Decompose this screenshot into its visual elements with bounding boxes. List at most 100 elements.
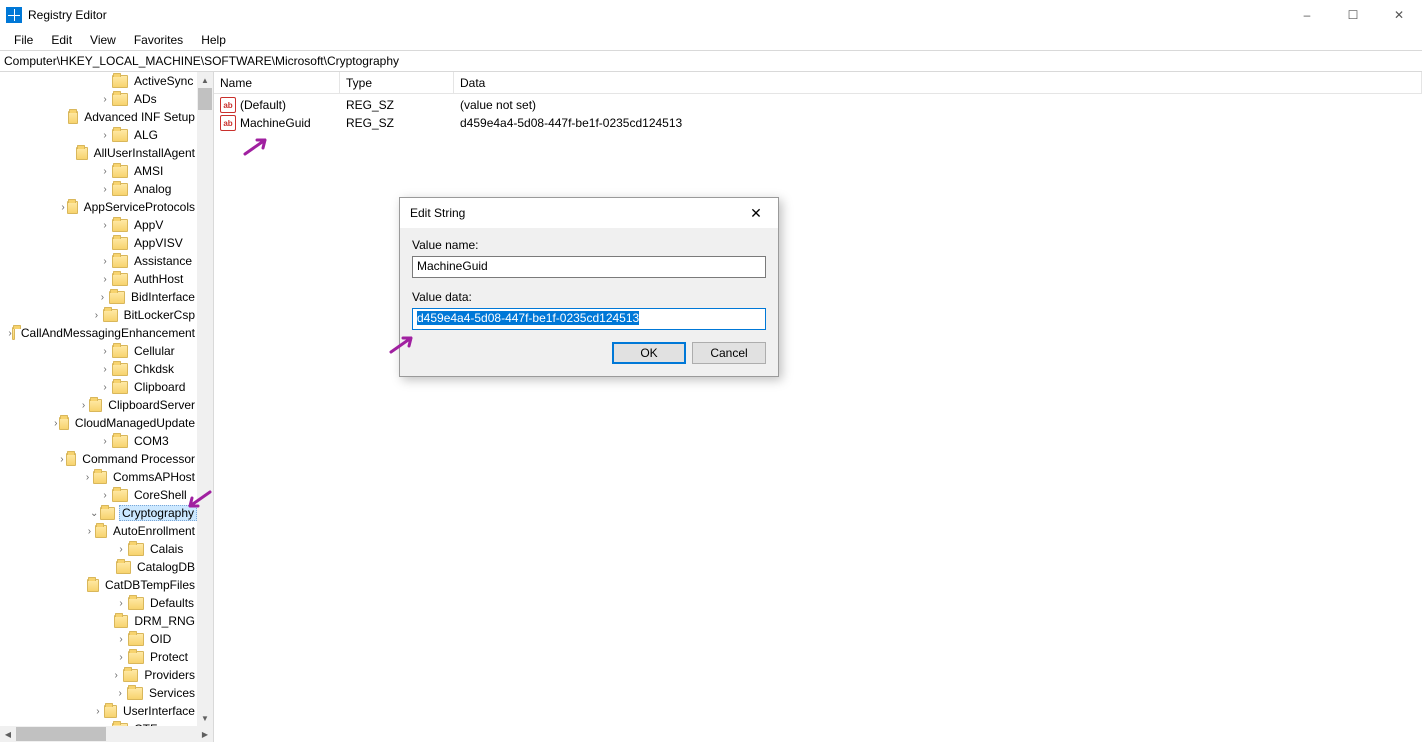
chevron-right-icon[interactable]: ›: [90, 310, 103, 321]
tree-item[interactable]: ›CallAndMessagingEnhancement: [0, 324, 197, 342]
addressbar[interactable]: Computer\HKEY_LOCAL_MACHINE\SOFTWARE\Mic…: [0, 50, 1422, 72]
tree-item[interactable]: ›AMSI: [0, 162, 197, 180]
menu-help[interactable]: Help: [193, 31, 234, 49]
folder-icon: [116, 561, 131, 574]
chevron-right-icon[interactable]: ›: [98, 94, 112, 105]
tree-item[interactable]: ›CloudManagedUpdate: [0, 414, 197, 432]
chevron-right-icon[interactable]: ›: [98, 364, 112, 375]
chevron-right-icon[interactable]: ›: [114, 634, 128, 645]
tree-item-label: CallAndMessagingEnhancement: [21, 326, 195, 340]
menu-view[interactable]: View: [82, 31, 124, 49]
list-row[interactable]: abMachineGuidREG_SZd459e4a4-5d08-447f-be…: [214, 114, 1422, 132]
value-name-field[interactable]: MachineGuid: [412, 256, 766, 278]
tree-item[interactable]: › Defaults: [0, 594, 197, 612]
tree-item[interactable]: ›Calais: [0, 540, 197, 558]
chevron-right-icon[interactable]: ›: [92, 706, 103, 717]
tree-item[interactable]: CatalogDB: [0, 558, 197, 576]
column-header-type[interactable]: Type: [340, 72, 454, 93]
scroll-up-icon[interactable]: ▲: [197, 72, 213, 88]
tree-item[interactable]: CatDBTempFiles: [0, 576, 197, 594]
chevron-right-icon[interactable]: ›: [114, 544, 128, 555]
chevron-down-icon[interactable]: ⌄: [88, 508, 101, 519]
tree-item[interactable]: › Services: [0, 684, 197, 702]
chevron-right-icon[interactable]: ›: [96, 292, 110, 303]
tree-item[interactable]: ›OID: [0, 630, 197, 648]
minimize-button[interactable]: –: [1284, 0, 1330, 30]
tree-item[interactable]: DRM_RNG: [0, 612, 197, 630]
tree-item[interactable]: ›Analog: [0, 180, 197, 198]
folder-icon: [128, 543, 144, 556]
chevron-right-icon[interactable]: ›: [98, 274, 112, 285]
tree-item[interactable]: ›Providers: [0, 666, 197, 684]
menu-favorites[interactable]: Favorites: [126, 31, 191, 49]
list-row[interactable]: ab(Default)REG_SZ(value not set): [214, 96, 1422, 114]
chevron-right-icon[interactable]: ›: [98, 346, 112, 357]
scroll-thumb-vertical[interactable]: [198, 88, 212, 110]
chevron-right-icon[interactable]: ›: [98, 184, 112, 195]
tree-item[interactable]: ›Assistance: [0, 252, 197, 270]
tree-item[interactable]: ›COM3: [0, 432, 197, 450]
menu-file[interactable]: File: [6, 31, 41, 49]
chevron-right-icon[interactable]: ›: [98, 220, 112, 231]
tree-item-label: Defaults: [150, 596, 194, 610]
tree-scrollbar-horizontal[interactable]: ◀ ▶: [0, 726, 213, 742]
chevron-right-icon[interactable]: ›: [59, 202, 67, 213]
folder-icon: [128, 651, 144, 664]
chevron-right-icon[interactable]: ›: [114, 598, 128, 609]
chevron-right-icon[interactable]: ›: [114, 652, 128, 663]
chevron-right-icon[interactable]: ›: [98, 436, 112, 447]
tree-item[interactable]: ›UserInterface: [0, 702, 197, 720]
chevron-right-icon[interactable]: ›: [98, 130, 112, 141]
chevron-right-icon[interactable]: ›: [98, 256, 112, 267]
tree-scrollbar-vertical[interactable]: ▲ ▼: [197, 72, 213, 726]
chevron-right-icon[interactable]: ›: [58, 454, 66, 465]
tree-item[interactable]: ›AuthHost: [0, 270, 197, 288]
tree-item[interactable]: ›CommsAPHost: [0, 468, 197, 486]
cancel-button[interactable]: Cancel: [692, 342, 766, 364]
column-header-data[interactable]: Data: [454, 72, 1422, 93]
chevron-right-icon[interactable]: ›: [98, 382, 112, 393]
dialog-titlebar[interactable]: Edit String ✕: [400, 198, 778, 228]
tree-item[interactable]: ›BitLockerCsp: [0, 306, 197, 324]
chevron-right-icon[interactable]: ›: [82, 472, 94, 483]
tree-item[interactable]: AppVISV: [0, 234, 197, 252]
tree-item[interactable]: ›ADs: [0, 90, 197, 108]
close-button[interactable]: ✕: [1376, 0, 1422, 30]
column-header-name[interactable]: Name: [214, 72, 340, 93]
ok-button[interactable]: OK: [612, 342, 686, 364]
tree-item[interactable]: ActiveSync: [0, 72, 197, 90]
chevron-right-icon[interactable]: ›: [84, 526, 94, 537]
tree-item[interactable]: ›Clipboard: [0, 378, 197, 396]
scroll-right-icon[interactable]: ▶: [197, 726, 213, 742]
dialog-close-button[interactable]: ✕: [734, 198, 778, 228]
chevron-right-icon[interactable]: ›: [52, 418, 59, 429]
maximize-button[interactable]: ☐: [1330, 0, 1376, 30]
tree-item[interactable]: ›AppServiceProtocols: [0, 198, 197, 216]
value-data-field[interactable]: d459e4a4-5d08-447f-be1f-0235cd124513: [412, 308, 766, 330]
tree-item[interactable]: Advanced INF Setup: [0, 108, 197, 126]
tree-item[interactable]: ›CoreShell: [0, 486, 197, 504]
value-name-label: Value name:: [412, 238, 766, 252]
chevron-right-icon[interactable]: ›: [78, 400, 89, 411]
scroll-down-icon[interactable]: ▼: [197, 710, 213, 726]
scroll-left-icon[interactable]: ◀: [0, 726, 16, 742]
tree-item[interactable]: ⌄Cryptography: [0, 504, 197, 522]
tree-item[interactable]: ›ALG: [0, 126, 197, 144]
chevron-right-icon[interactable]: ›: [109, 670, 122, 681]
chevron-right-icon[interactable]: ›: [113, 688, 127, 699]
chevron-right-icon[interactable]: ›: [98, 490, 112, 501]
scroll-thumb-horizontal[interactable]: [16, 727, 106, 741]
tree-item[interactable]: ›Protect: [0, 648, 197, 666]
tree-item[interactable]: ›AutoEnrollment: [0, 522, 197, 540]
tree-item[interactable]: ›ClipboardServer: [0, 396, 197, 414]
menu-edit[interactable]: Edit: [43, 31, 80, 49]
tree-item[interactable]: AllUserInstallAgent: [0, 144, 197, 162]
tree-item[interactable]: ›BidInterface: [0, 288, 197, 306]
tree-item-label: Services: [149, 686, 195, 700]
tree-item[interactable]: ›Chkdsk: [0, 360, 197, 378]
chevron-right-icon[interactable]: ›: [98, 166, 112, 177]
tree-item[interactable]: ›Cellular: [0, 342, 197, 360]
address-text: Computer\HKEY_LOCAL_MACHINE\SOFTWARE\Mic…: [4, 54, 399, 68]
tree-item[interactable]: ›AppV: [0, 216, 197, 234]
tree-item[interactable]: ›Command Processor: [0, 450, 197, 468]
